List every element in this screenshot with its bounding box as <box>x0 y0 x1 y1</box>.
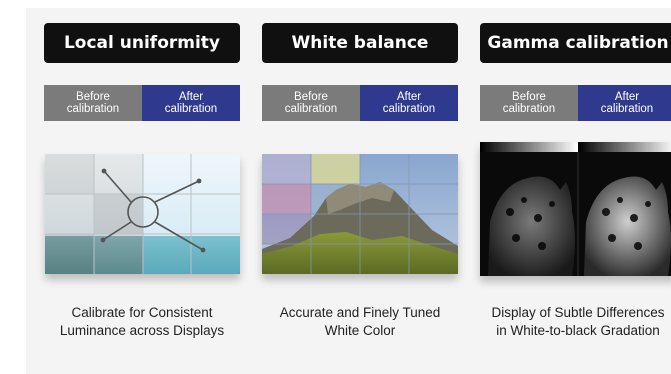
leopard-grayscale-image <box>480 142 671 276</box>
mountain-landscape-image <box>262 154 458 274</box>
local-uniformity-title: Local uniformity <box>44 23 240 63</box>
video-wall-grid-image <box>45 154 240 274</box>
white-balance-caption: Accurate and Finely Tuned White Color <box>279 305 441 338</box>
after-calibration-label: After calibration <box>142 85 240 121</box>
white-balance-title: White balance <box>262 23 458 63</box>
gamma-calibration-caption: Display of Subtle Differences in White-t… <box>491 305 665 338</box>
gamma-calibration-before-after-bar: Before calibration After calibration <box>480 85 671 121</box>
after-calibration-label: After calibration <box>360 85 458 121</box>
before-calibration-label: Before calibration <box>262 85 360 121</box>
calibration-features-panel: Local uniformity Before calibration Afte… <box>26 8 671 374</box>
before-calibration-label: Before calibration <box>44 85 142 121</box>
before-calibration-label: Before calibration <box>480 85 578 121</box>
after-calibration-label: After calibration <box>578 85 671 121</box>
gamma-calibration-title: Gamma calibration <box>480 23 671 63</box>
local-uniformity-caption: Calibrate for Consistent Luminance acros… <box>59 305 225 338</box>
local-uniformity-before-after-bar: Before calibration After calibration <box>44 85 240 121</box>
white-balance-before-after-bar: Before calibration After calibration <box>262 85 458 121</box>
